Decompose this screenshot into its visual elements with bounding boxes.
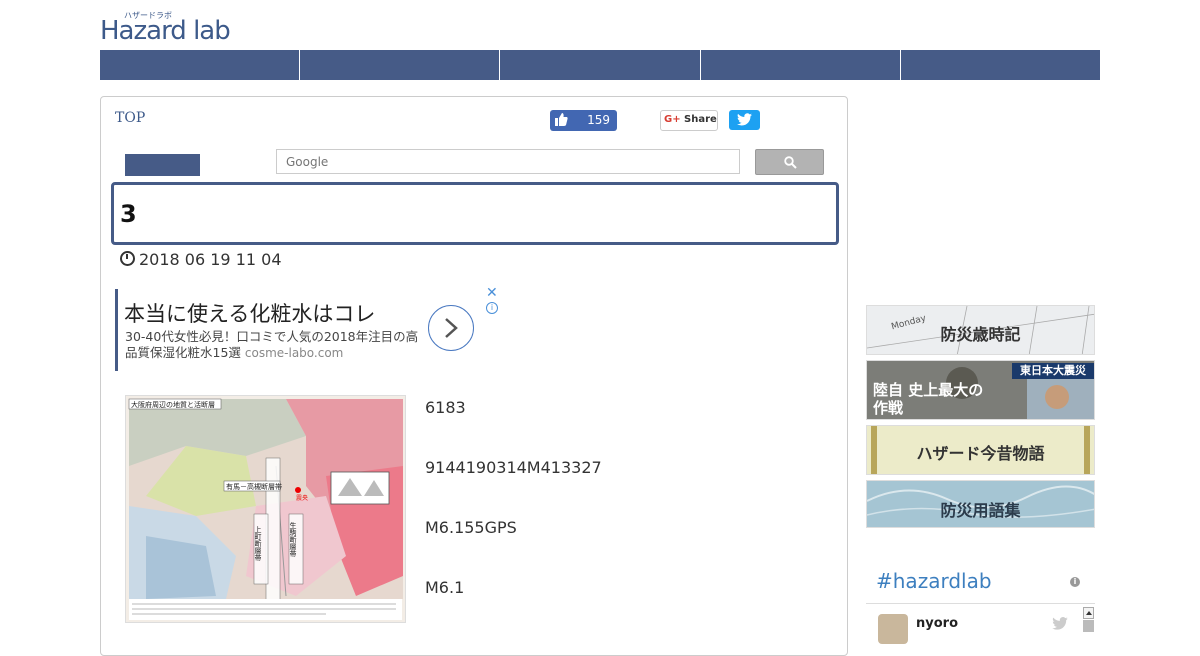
site-logo[interactable]: ハザードラボ Hazard lab [100, 10, 250, 46]
map-title: 大阪府周辺の地質と活断層 [131, 400, 215, 409]
geology-map-graphic: 大阪府周辺の地質と活断層 有馬－高槻断層帯 上町断層帯 生駒断層帯 震央 [126, 396, 405, 622]
article-paragraph-1: 6183 [425, 398, 466, 417]
nav-item-5[interactable] [900, 50, 1101, 80]
article-paragraph-2: 9144190314M413327 [425, 458, 602, 477]
hashtag-title[interactable]: #hazardlab [876, 569, 992, 593]
ad-title[interactable]: 本当に使える化粧水はコレ [124, 298, 375, 328]
banner-label: ハザード今昔物語 [916, 444, 1045, 463]
avatar[interactable] [878, 614, 908, 644]
banner-label: 防災歳時記 [940, 325, 1021, 344]
ad-description: 30-40代女性必見！口コミで人気の2018年注目の高品質保湿化粧水15選 co… [125, 329, 425, 361]
banner-tag: 東日本大震災 [1012, 363, 1094, 379]
article-title: 3 [120, 200, 137, 228]
ad-info-icon[interactable]: i [486, 302, 498, 314]
feed-username[interactable]: nyoro [916, 616, 958, 631]
article-date: 2018 06 19 11 04 [120, 250, 282, 269]
scroll-up-button[interactable] [1083, 607, 1094, 619]
like-count: 159 [587, 113, 610, 127]
scrollbar-thumb[interactable] [1083, 620, 1094, 632]
chevron-right-icon [445, 318, 458, 338]
map-label-epicenter: 震央 [296, 494, 308, 502]
nav-item-3[interactable] [500, 50, 701, 80]
facebook-like-button[interactable]: 159 [550, 110, 617, 131]
ad-close-icon[interactable]: ✕ [486, 285, 498, 301]
map-label-ikoma: 生駒断層帯 [289, 521, 297, 558]
nav-item-2[interactable] [300, 50, 501, 80]
ad-arrow-button[interactable] [428, 305, 474, 351]
search-input[interactable] [276, 149, 740, 174]
banner-label: 防災用語集 [940, 501, 1021, 520]
article-title-box [111, 182, 839, 245]
google-plus-icon: G+ [664, 114, 681, 125]
search-icon [784, 156, 797, 169]
banner-jieitai[interactable]: 東日本大震災 陸自 史上最大の作戦 [866, 360, 1095, 420]
date-text: 2018 06 19 11 04 [139, 250, 282, 269]
banner-bousai-saijiki[interactable]: Monday 防災歳時記 [866, 305, 1095, 355]
google-share-button[interactable]: G+ Share [660, 110, 718, 131]
geology-map-image[interactable]: 大阪府周辺の地質と活断層 有馬－高槻断層帯 上町断層帯 生駒断層帯 震央 [125, 395, 406, 623]
map-label-arima: 有馬－高槻断層帯 [226, 482, 282, 491]
nav-item-4[interactable] [700, 50, 901, 80]
twitter-button[interactable] [729, 110, 760, 130]
main-nav [100, 50, 1101, 80]
map-label-uemachi: 上町断層帯 [254, 525, 262, 562]
logo-text: Hazard lab [100, 16, 231, 46]
share-label: Share [684, 114, 717, 125]
hashtag-divider [866, 603, 1095, 604]
article-paragraph-3: M6.155GPS [425, 518, 517, 537]
search-button[interactable] [755, 149, 824, 175]
breadcrumb[interactable]: TOP [115, 110, 145, 126]
ad-domain: cosme-labo.com [244, 346, 344, 360]
twitter-bird-icon [737, 113, 752, 126]
banner-hazard-konjaku[interactable]: ハザード今昔物語 [866, 425, 1095, 475]
twitter-bird-icon [1052, 615, 1068, 634]
info-icon[interactable]: i [1070, 577, 1080, 587]
article-paragraph-4: M6.1 [425, 578, 465, 597]
thumbs-up-icon [555, 113, 568, 130]
banner-bousai-yougo[interactable]: 防災用語集 [866, 480, 1095, 528]
banner-label: 陸自 史上最大の作戦 [873, 381, 984, 417]
nav-item-1[interactable] [100, 50, 301, 80]
clock-icon [120, 251, 135, 266]
search-tab[interactable] [125, 154, 200, 176]
